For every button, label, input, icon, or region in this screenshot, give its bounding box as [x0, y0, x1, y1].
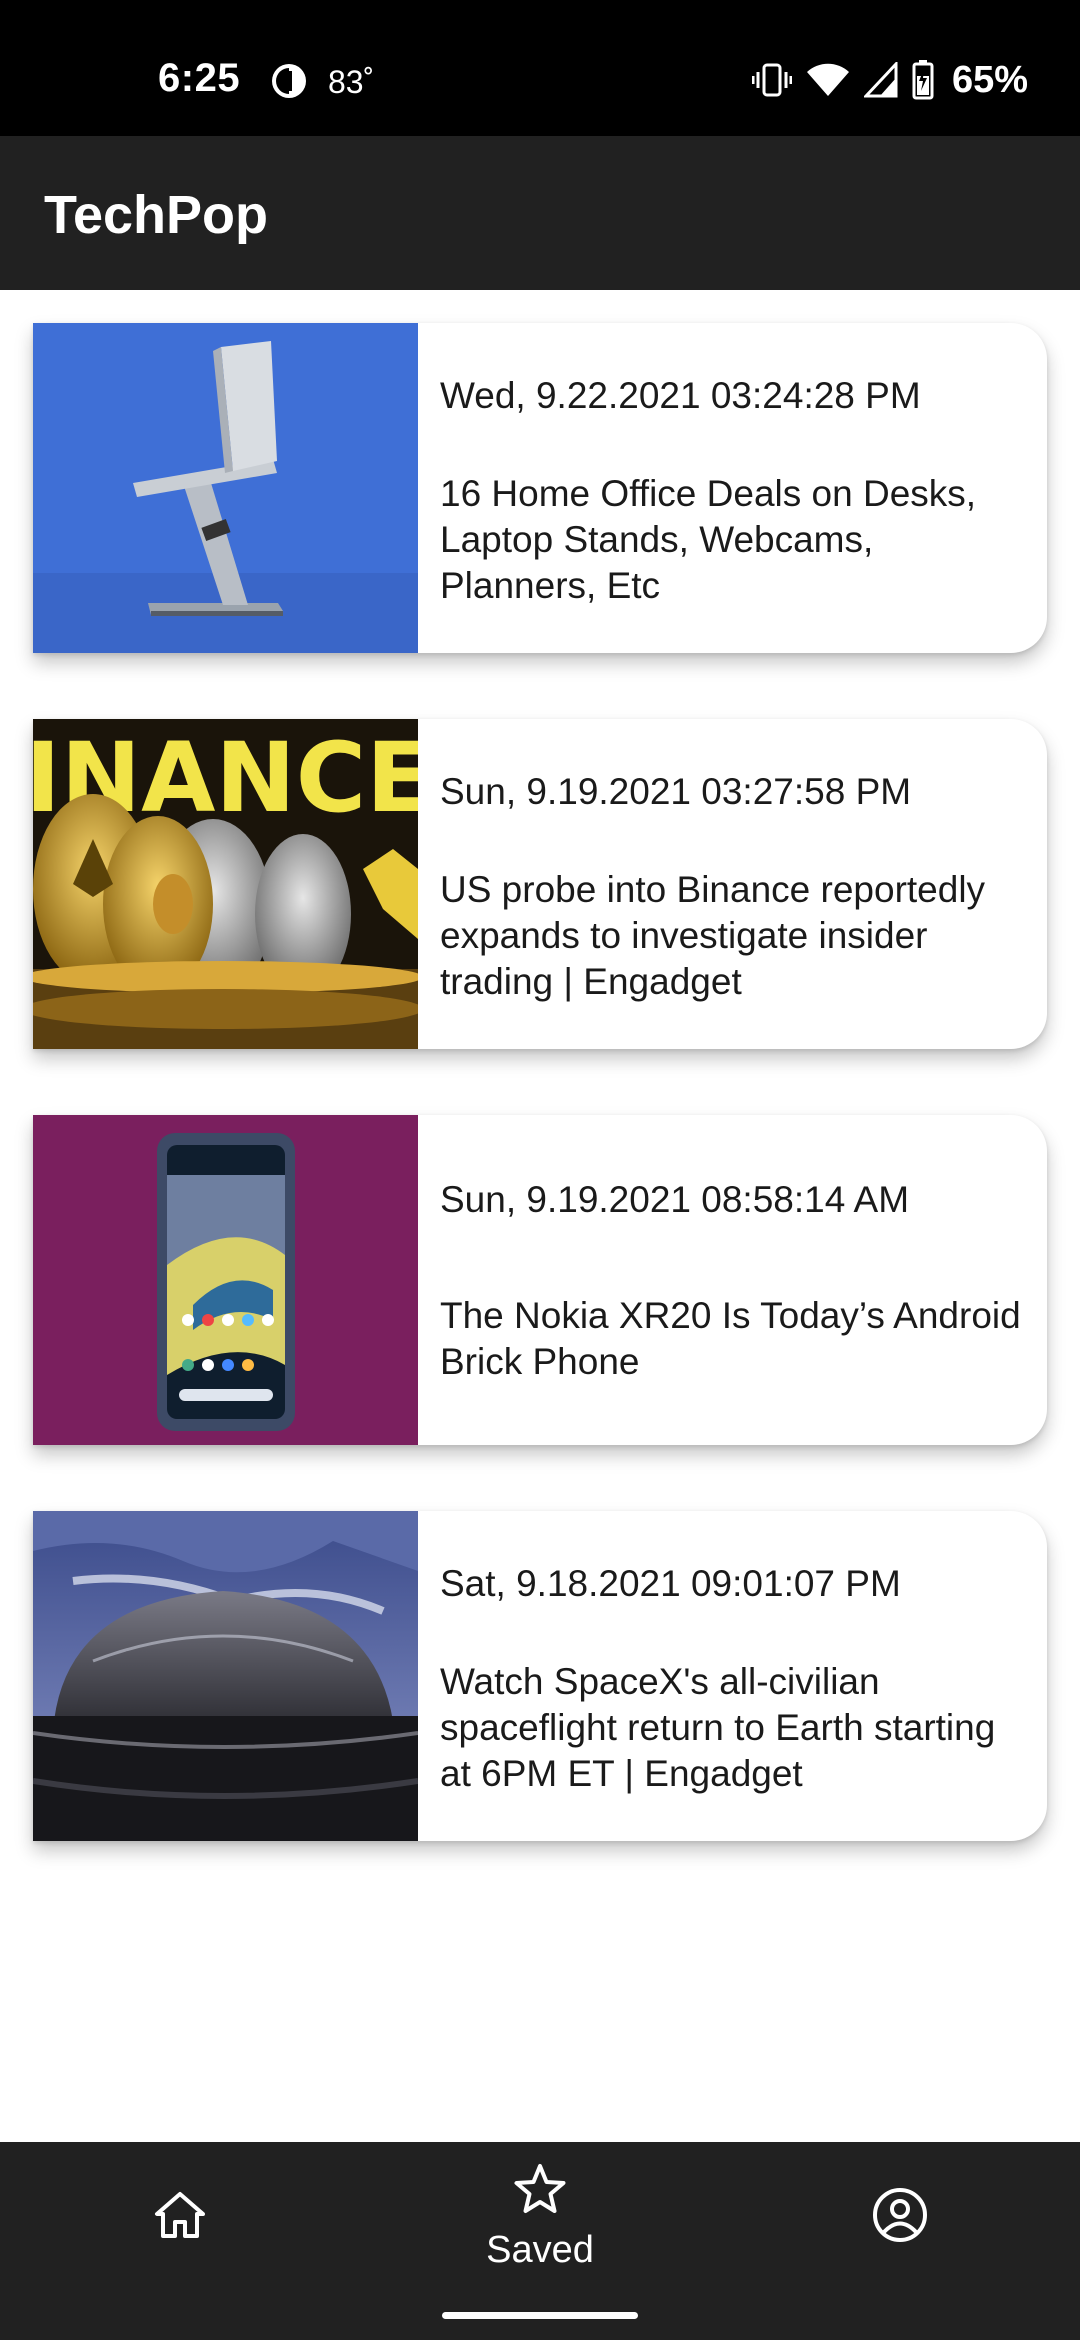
- status-temperature: 83˚: [328, 64, 375, 100]
- home-icon: [151, 2186, 209, 2249]
- battery-icon: [912, 60, 934, 100]
- article-title: US probe into Binance reportedly expands…: [440, 869, 986, 1002]
- article-card[interactable]: Sun, 9.19.2021 08:58:14 AM The Nokia XR2…: [33, 1115, 1047, 1445]
- article-card[interactable]: Sat, 9.18.2021 09:01:07 PM Watch SpaceX'…: [33, 1511, 1047, 1841]
- account-circle-icon: [870, 2185, 930, 2250]
- article-title: 16 Home Office Deals on Desks, Laptop St…: [440, 473, 977, 606]
- laptop-stand-image: [33, 323, 418, 653]
- nokia-phone-image: [33, 1115, 418, 1445]
- star-icon: [512, 2162, 568, 2223]
- article-title: Watch SpaceX's all-civilian spaceflight …: [440, 1661, 996, 1794]
- nav-saved[interactable]: Saved: [440, 2142, 640, 2292]
- article-title: The Nokia XR20 Is Today’s Android Brick …: [440, 1295, 1021, 1382]
- article-card[interactable]: Wed, 9.22.2021 03:24:28 PM 16 Home Offic…: [33, 323, 1047, 653]
- article-date: Sun, 9.19.2021 08:58:14 AM: [440, 1179, 910, 1220]
- status-time: 6:25: [158, 56, 241, 100]
- app-title: TechPop: [44, 185, 269, 245]
- article-date: Wed, 9.22.2021 03:24:28 PM: [440, 375, 921, 416]
- vibrate-icon: [751, 62, 792, 98]
- signal-icon: [863, 62, 898, 98]
- wifi-icon: [806, 62, 850, 98]
- spacex-capsule-earth-image: [33, 1511, 418, 1841]
- status-icons: 65%: [751, 58, 1028, 102]
- article-date: Sat, 9.18.2021 09:01:07 PM: [440, 1563, 901, 1604]
- status-bar: 6:25 83˚ 65%: [0, 0, 1080, 136]
- weather-icon: [270, 62, 308, 100]
- article-date: Sun, 9.19.2021 03:27:58 PM: [440, 771, 912, 812]
- battery-percent: 65%: [951, 58, 1028, 101]
- nav-home[interactable]: [120, 2142, 240, 2292]
- nav-profile[interactable]: [840, 2142, 960, 2292]
- binance-crypto-coins-image: INANCE: [33, 719, 418, 1049]
- bottom-navigation: Saved: [0, 2142, 1080, 2340]
- article-card[interactable]: INANCE Sun, 9.19.2021 03:27:58 PM US pro…: [33, 719, 1047, 1049]
- nav-saved-label: Saved: [486, 2229, 594, 2271]
- gesture-handle[interactable]: [442, 2312, 638, 2319]
- app-bar: TechPop: [0, 136, 1080, 290]
